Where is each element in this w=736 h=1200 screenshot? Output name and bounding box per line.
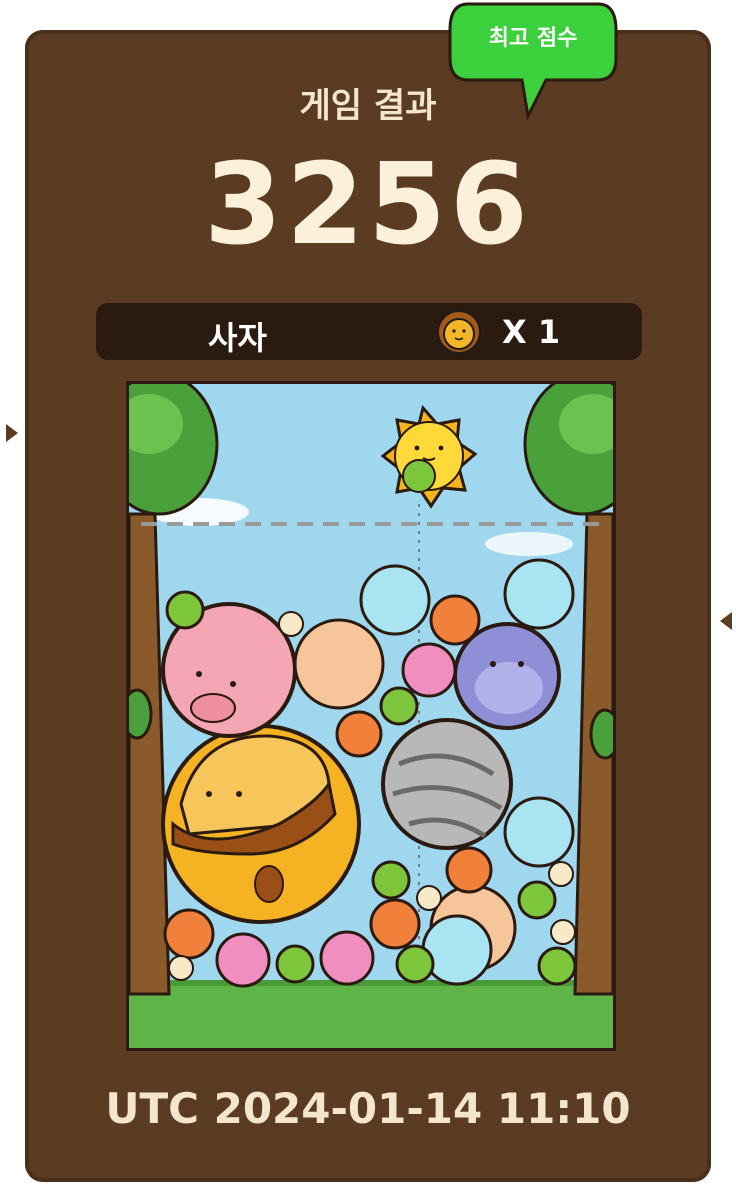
lion-piece	[161, 724, 361, 924]
right-arrow-icon	[720, 612, 732, 630]
game-timestamp: UTC 2024-01-14 11:10	[105, 1084, 631, 1133]
zebra-piece	[381, 718, 513, 850]
best-animal-bar: 사자 X 1	[96, 303, 642, 360]
best-animal-count: X 1	[502, 313, 561, 351]
left-arrow-icon	[6, 424, 18, 442]
lion-icon	[437, 310, 481, 354]
cloud	[485, 532, 573, 556]
game-board	[126, 381, 616, 1051]
score-value: 3256	[204, 140, 532, 270]
page-title: 게임 결과	[299, 86, 437, 126]
board-scene	[129, 384, 613, 1048]
high-score-badge: 최고 점수	[448, 0, 618, 120]
grass-ground	[129, 980, 613, 1048]
best-animal-name: 사자	[208, 319, 267, 357]
high-score-label: 최고 점수	[488, 26, 578, 51]
